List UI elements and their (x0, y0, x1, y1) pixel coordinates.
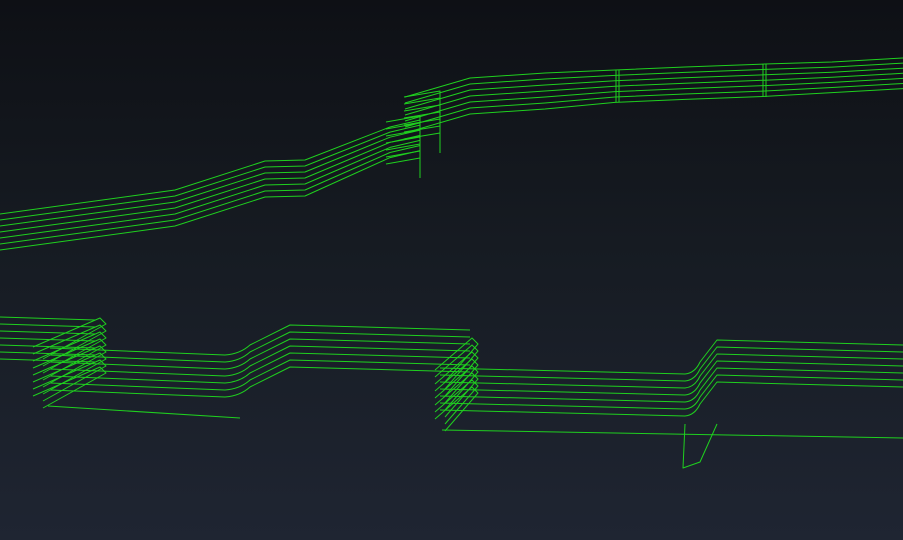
lower-wire-c-6 (439, 374, 903, 410)
lower-wire-bundle (0, 316, 903, 469)
lower-stair-hatch (32, 317, 903, 439)
lower-rim-2 (441, 429, 903, 439)
upper-stair-hatch (385, 64, 767, 178)
lower-drop (682, 423, 718, 469)
lower-wire-b-3 (49, 338, 471, 370)
cad-viewport[interactable] (0, 0, 903, 540)
lower-wire-b-1 (49, 324, 471, 356)
lower-wire-a-1 (0, 316, 96, 321)
upper-wire-right-3 (404, 67, 903, 110)
lower-wire-b-2 (49, 331, 471, 363)
wireframe-canvas[interactable] (0, 0, 903, 540)
upper-hatch-1-7 (385, 157, 421, 178)
lower-wire-c-7 (439, 381, 903, 417)
upper-wire-bundle (0, 57, 903, 251)
lower-rim-1 (47, 405, 241, 419)
